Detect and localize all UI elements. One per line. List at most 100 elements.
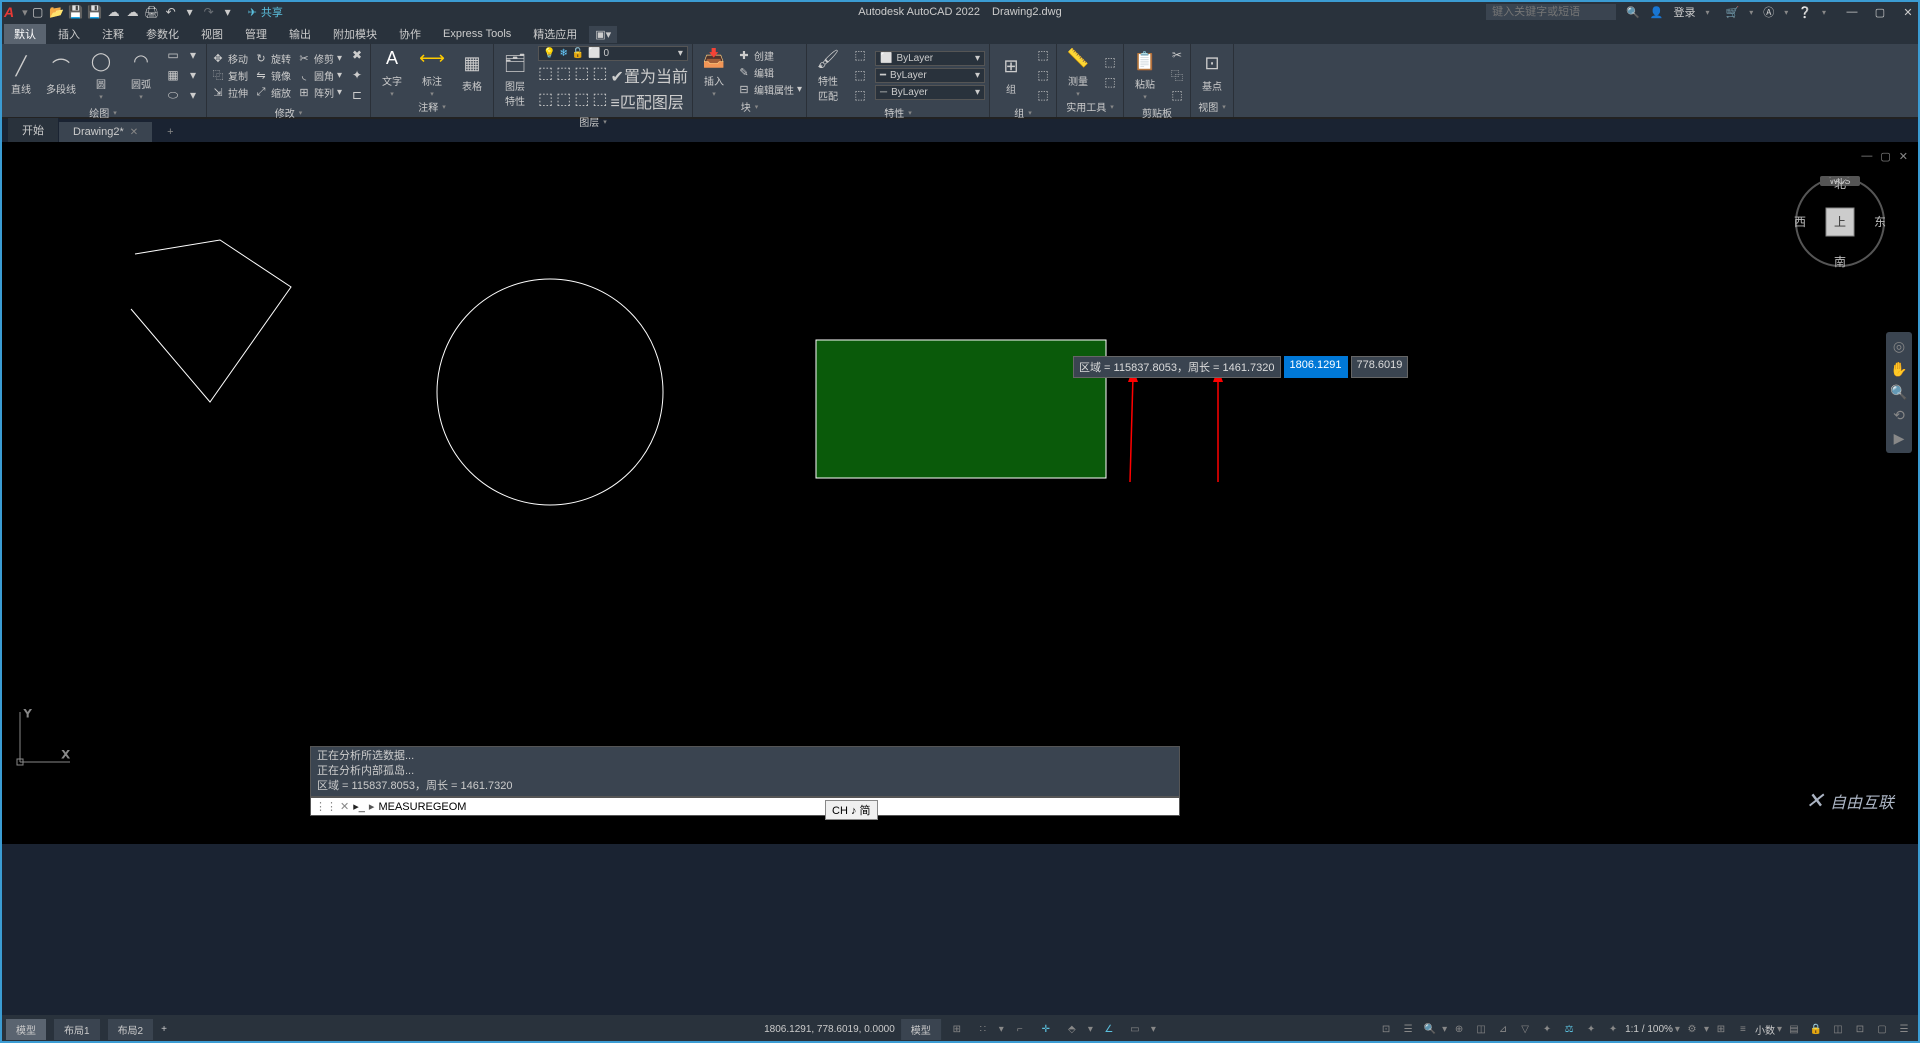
clean-screen-icon[interactable]: ▢ [1872, 1019, 1892, 1039]
nav-orbit-icon[interactable]: ⟲ [1893, 407, 1905, 424]
undo-dropdown-icon[interactable]: ▾ [182, 4, 198, 20]
tab-add[interactable]: + [153, 122, 188, 142]
tab-close-icon[interactable]: ✕ [130, 127, 138, 138]
matchlayer-button[interactable]: ≡匹配图层 [611, 89, 684, 113]
open-web-icon[interactable]: ☁ [106, 4, 122, 20]
layout1-tab[interactable]: 布局1 [54, 1019, 100, 1040]
iso-icon[interactable]: ⬘ [1062, 1019, 1082, 1039]
line-button[interactable]: ╱直线 [4, 55, 38, 96]
tab-express[interactable]: Express Tools [433, 26, 521, 42]
hw-accel-icon[interactable]: ⊡ [1850, 1019, 1870, 1039]
move-button[interactable]: ✥移动 [211, 51, 248, 66]
minimize-icon[interactable]: — [1844, 6, 1860, 19]
sel-cycling-icon[interactable]: ⊕ [1449, 1019, 1469, 1039]
qp-icon[interactable]: 🔍 [1420, 1019, 1440, 1039]
layer-props-button[interactable]: 🗂图层 特性 [498, 52, 532, 108]
customize-icon[interactable]: ☰ [1894, 1019, 1914, 1039]
units-icon[interactable]: ≡ [1733, 1019, 1753, 1039]
annot-vis-icon[interactable]: ✦ [1581, 1019, 1601, 1039]
save-web-icon[interactable]: ☁ [125, 4, 141, 20]
canvas-max-icon[interactable]: ▢ [1880, 150, 1890, 163]
plot-icon[interactable]: 🖨 [144, 4, 160, 20]
scale-button[interactable]: ⤢缩放 [254, 85, 291, 100]
search-icon[interactable]: 🔍 [1626, 6, 1640, 19]
text-button[interactable]: A文字▾ [375, 47, 409, 98]
tab-view[interactable]: 视图 [191, 24, 233, 44]
tab-collab[interactable]: 协作 [389, 24, 431, 44]
array-button[interactable]: ⊞阵列 ▾ [297, 85, 342, 100]
rect-icon[interactable]: ▭ [164, 46, 182, 64]
tab-drawing[interactable]: Drawing2*✕ [59, 122, 153, 142]
table-button[interactable]: ▦表格 [455, 52, 489, 93]
measure-button[interactable]: 📏测量▾ [1061, 47, 1095, 98]
sel-filter-icon[interactable]: ▽ [1515, 1019, 1535, 1039]
ime-indicator[interactable]: CH ♪ 简 [825, 800, 878, 820]
setcurrent-button[interactable]: ✔置为当前 [611, 63, 688, 87]
layout2-tab[interactable]: 布局2 [108, 1019, 154, 1040]
viewcube[interactable]: 上 北 南 东 西 WCS [1790, 172, 1890, 272]
otrack-icon[interactable]: ▭ [1125, 1019, 1145, 1039]
3dosnap-icon[interactable]: ◫ [1471, 1019, 1491, 1039]
login-dropdown-icon[interactable]: ▾ [1706, 8, 1710, 17]
nav-wheel-icon[interactable]: ◎ [1893, 338, 1905, 355]
annot-auto-icon[interactable]: ✦ [1603, 1019, 1623, 1039]
circle-button[interactable]: ◯圆▾ [84, 50, 118, 101]
nav-zoom-icon[interactable]: 🔍 [1890, 384, 1907, 401]
ellipse-icon[interactable]: ⬭ [164, 86, 182, 104]
drawing-canvas[interactable]: — ▢ ✕ Y X 区域 = 115837.8053，周长 = 1461.732… [0, 142, 1920, 844]
save-icon[interactable]: 💾 [68, 4, 84, 20]
iso-obj-icon[interactable]: ◫ [1828, 1019, 1848, 1039]
model-button[interactable]: 模型 [901, 1019, 941, 1040]
snap-icon[interactable]: ∷ [973, 1019, 993, 1039]
nav-showmotion-icon[interactable]: ▶ [1894, 430, 1905, 447]
search-input[interactable] [1486, 4, 1616, 20]
tab-insert[interactable]: 插入 [48, 24, 90, 44]
insert-button[interactable]: 📥插入▾ [697, 47, 731, 98]
lock-ui-icon[interactable]: 🔒 [1806, 1019, 1826, 1039]
hatch-icon[interactable]: ▦ [164, 66, 182, 84]
linetype-selector[interactable]: ─ByLayer▾ [875, 85, 985, 100]
explode-icon[interactable]: ✦ [348, 66, 366, 84]
layer-selector[interactable]: 💡❄🔓⬜ 0▾ [538, 46, 688, 61]
model-tab[interactable]: 模型 [6, 1019, 46, 1040]
group-button[interactable]: ⊞组 [994, 55, 1028, 96]
paste-button[interactable]: 📋粘贴▾ [1128, 50, 1162, 101]
command-input[interactable] [378, 801, 1175, 813]
edit-block-button[interactable]: ✎编辑 [737, 65, 802, 80]
tab-annotate[interactable]: 注释 [92, 24, 134, 44]
arc-button[interactable]: ◠圆弧▾ [124, 50, 158, 101]
user-icon[interactable]: 👤 [1650, 6, 1664, 19]
create-block-button[interactable]: ✚创建 [737, 48, 802, 63]
stretch-button[interactable]: ⇲拉伸 [211, 85, 248, 100]
scale-display[interactable]: 1:1 / 100% [1625, 1024, 1673, 1035]
osnap-icon[interactable]: ∠ [1099, 1019, 1119, 1039]
color-selector[interactable]: ⬜ByLayer▾ [875, 51, 985, 66]
login-button[interactable]: 登录 [1674, 4, 1696, 20]
nav-pan-icon[interactable]: ✋ [1890, 361, 1907, 378]
tpy-icon[interactable]: ☰ [1398, 1019, 1418, 1039]
menu-dropdown-icon[interactable]: ▾ [22, 6, 28, 19]
tab-start[interactable]: 开始 [8, 118, 59, 142]
basepoint-button[interactable]: ⊡基点 [1195, 52, 1229, 93]
copy-button[interactable]: ⿻复制 [211, 68, 248, 83]
tab-addins[interactable]: 附加模块 [323, 24, 387, 44]
offset-icon[interactable]: ⊏ [348, 86, 366, 104]
redo-dropdown-icon[interactable]: ▾ [220, 4, 236, 20]
autodesk-app-icon[interactable]: Ⓐ [1763, 4, 1774, 20]
share-button[interactable]: ✈ 共享 [248, 4, 283, 20]
undo-icon[interactable]: ↶ [163, 4, 179, 20]
quick-props-icon[interactable]: ▤ [1784, 1019, 1804, 1039]
maximize-icon[interactable]: ▢ [1872, 6, 1888, 19]
edit-attr-button[interactable]: ⊟编辑属性 ▾ [737, 82, 802, 97]
tab-default[interactable]: 默认 [4, 24, 46, 44]
saveas-icon[interactable]: 💾 [87, 4, 103, 20]
erase-icon[interactable]: ✖ [348, 46, 366, 64]
mirror-button[interactable]: ⇋镜像 [254, 68, 291, 83]
redo-icon[interactable]: ↷ [201, 4, 217, 20]
polar-icon[interactable]: ✛ [1036, 1019, 1056, 1039]
canvas-min-icon[interactable]: — [1861, 150, 1872, 163]
lwt-icon[interactable]: ⊡ [1376, 1019, 1396, 1039]
layout-add-icon[interactable]: + [161, 1024, 167, 1035]
annot-monitor-icon[interactable]: ⊞ [1711, 1019, 1731, 1039]
tab-manage[interactable]: 管理 [235, 24, 277, 44]
